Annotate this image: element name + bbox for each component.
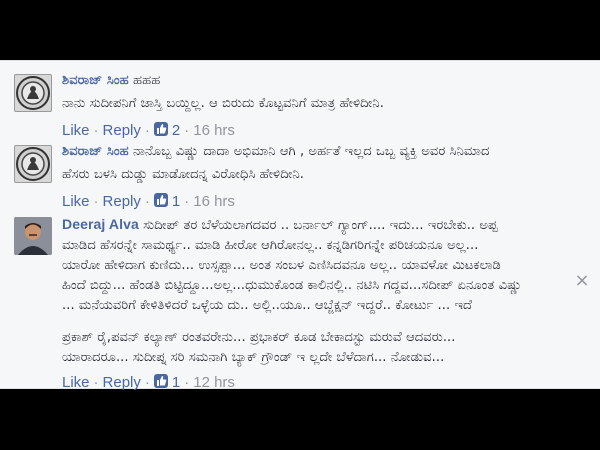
separator: · bbox=[184, 122, 190, 139]
comment-text: ಯಾರೋ ಹೇಳಿದಾಗ ಕುಣಿದು... ಉಸ್ಸಪ್ಪಾ... ಅಂತ ಸ… bbox=[62, 258, 501, 273]
reply-link[interactable]: Reply bbox=[103, 193, 141, 210]
reaction-count[interactable]: 2 bbox=[172, 122, 180, 139]
separator: · bbox=[184, 374, 190, 391]
separator: · bbox=[144, 374, 150, 391]
comment-text: ... ಮನೆಯವರಿಗೆ ಕೇಳಿತಿಳಿದರೆ ಒಳ್ಳೆಯ ದು.. ಅಲ… bbox=[62, 298, 473, 313]
thumbs-up-icon[interactable] bbox=[153, 122, 168, 136]
comment-text: ಸುದೀಪ್ ತರ ಬೆಳೆಯಲಾಗದವರ .. ಬರ್ನಾಲ್ ಗ್ಯಾಂಗ್… bbox=[143, 218, 498, 233]
comment-text: ಹಿಂದೆ ಬಿದ್ದು... ಹೆಂಡತಿ ಬಿಟ್ಟಿದ್ದೂ...ಅಲ್ಲ… bbox=[62, 278, 523, 293]
comment-actions: Like · Reply · 2 · 16 hrs bbox=[62, 121, 572, 141]
thumbs-up-icon[interactable] bbox=[153, 374, 168, 388]
separator: · bbox=[93, 122, 99, 139]
separator: · bbox=[93, 193, 99, 210]
author-name[interactable]: ಶಿವರಾಜ್ ಸಿಂಹ bbox=[62, 73, 129, 88]
separator: · bbox=[144, 122, 150, 139]
thumbs-up-icon[interactable] bbox=[153, 193, 168, 207]
user-photo-icon bbox=[14, 217, 52, 255]
timestamp[interactable]: 16 hrs bbox=[193, 193, 235, 210]
comment-text: ನಾನು ಸುದೀಪನಿಗೆ ಜಾಸ್ತಿ ಬಯ್ದಿಲ್ಲ. ಆ ಬಿರುದು… bbox=[62, 96, 384, 111]
like-link[interactable]: Like bbox=[62, 193, 90, 210]
paragraph-break bbox=[62, 315, 572, 327]
like-link[interactable]: Like bbox=[62, 122, 90, 139]
reaction-count[interactable]: 1 bbox=[172, 374, 180, 391]
avatar[interactable] bbox=[14, 145, 52, 183]
like-link[interactable]: Like bbox=[62, 374, 90, 391]
reply-link[interactable]: Reply bbox=[103, 122, 141, 139]
separator: · bbox=[93, 374, 99, 391]
author-name[interactable]: Deeraj Alva bbox=[62, 216, 139, 232]
separator: · bbox=[184, 193, 190, 210]
reply-link[interactable]: Reply bbox=[103, 374, 141, 391]
reaction-count[interactable]: 1 bbox=[172, 193, 180, 210]
comment-text: ಯಾರಾದರೂ... ಸುದೀಪ್ನ ಸರಿ ಸಮನಾಗಿ ಬ್ಯಾಕ್ ಗ್ರ… bbox=[62, 350, 445, 365]
comment-text: ಹಹಹ bbox=[133, 73, 161, 88]
close-icon[interactable]: × bbox=[574, 272, 590, 290]
timestamp[interactable]: 12 hrs bbox=[193, 374, 235, 391]
author-name[interactable]: ಶಿವರಾಜ್ ಸಿಂಹ bbox=[62, 144, 129, 159]
comment-actions: Like · Reply · 1 · 16 hrs bbox=[62, 192, 572, 212]
seal-avatar-icon bbox=[16, 147, 50, 181]
comments-panel: ಶಿವರಾಜ್ ಸಿಂಹ ಹಹಹ ನಾನು ಸುದೀಪನಿಗೆ ಜಾಸ್ತಿ ಬ… bbox=[0, 60, 600, 391]
comment-actions: Like · Reply · 1 · 12 hrs bbox=[62, 373, 572, 393]
comment-text: ನಾನೊಬ್ಬ ವಿಷ್ಣು ದಾದಾ ಅಭಿಮಾನಿ ಆಗಿ , ಅರ್ಹತೆ… bbox=[133, 144, 490, 159]
comment-text: ಪ್ರಕಾಶ್ ರೈ,ಪವನ್ ಕಲ್ಯಾಣ್ ರಂತವರೇನು... ಪ್ರಭ… bbox=[62, 330, 456, 345]
comment-text: ಮಾಡಿದ ಹೆಸರನ್ನೇ ಸಾಮರ್ಥ್ಯ.. ಮಾಡಿ ಹೀರೋ ಆಗಿರ… bbox=[62, 238, 479, 253]
separator: · bbox=[144, 193, 150, 210]
comment-text: ಹೆಸರು ಬಳಸಿ ದುಡ್ಡು ಮಾಡೋದನ್ನ ವಿರೋಧಿಸಿ ಹೇಳಿ… bbox=[62, 167, 305, 182]
timestamp[interactable]: 16 hrs bbox=[193, 122, 235, 139]
seal-avatar-icon bbox=[16, 76, 50, 110]
avatar[interactable] bbox=[14, 74, 52, 112]
avatar[interactable] bbox=[14, 217, 52, 255]
